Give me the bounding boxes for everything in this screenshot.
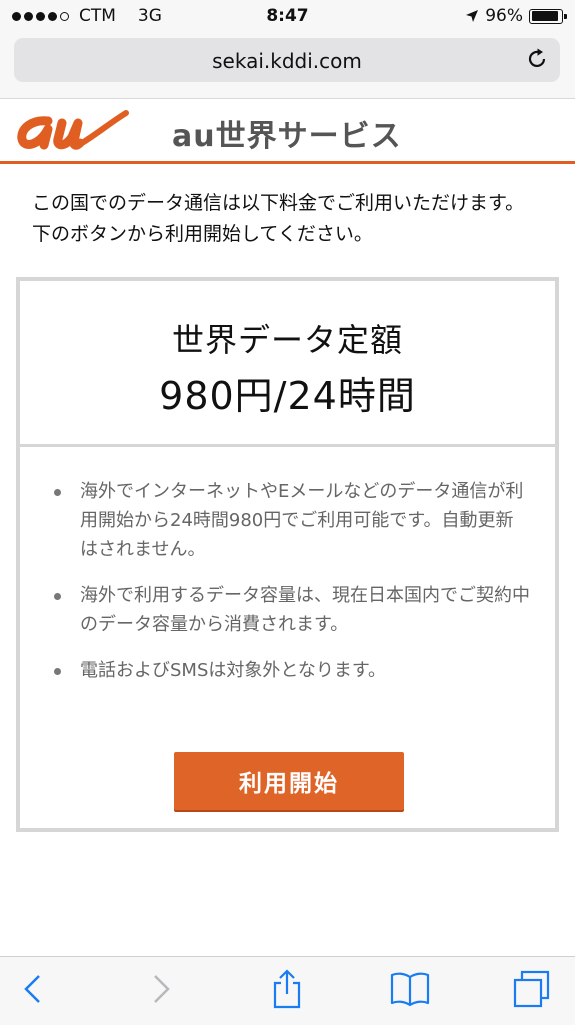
list-item: 電話およびSMSは対象外となります。 [50,656,530,685]
reload-icon[interactable] [524,46,550,72]
browser-toolbar [0,956,575,1025]
battery-icon [529,8,567,24]
service-title: au世界サービス [172,111,402,155]
status-right: 96% [465,6,567,26]
back-icon[interactable] [14,969,54,1009]
start-button[interactable]: 利用開始 [174,752,404,810]
forward-icon[interactable] [140,969,180,1009]
plan-details-list: 海外でインターネットやEメールなどのデータ通信が利用開始から24時間980円でご… [50,477,530,702]
service-prefix: au [172,119,216,154]
card-divider [20,444,555,447]
browser-address-area: sekai.kddi.com [0,32,575,99]
url-text[interactable]: sekai.kddi.com [14,49,560,73]
bookmarks-icon[interactable] [390,969,430,1009]
location-arrow-icon [466,10,479,22]
status-bar: CTM 3G 8:47 96% [0,0,575,32]
share-icon[interactable] [267,969,307,1009]
battery-percent: 96% [485,6,523,26]
service-name: 世界サービス [215,119,402,154]
list-item: 海外で利用するデータ容量は、現在日本国内でご契約中のデータ容量から消費されます。 [50,581,530,639]
address-bar[interactable]: sekai.kddi.com [14,38,560,82]
header-divider [0,161,575,164]
plan-card: 世界データ定額 980円/24時間 海外でインターネットやEメールなどのデータ通… [16,277,559,832]
au-logo[interactable] [10,107,130,155]
plan-header: 世界データ定額 980円/24時間 [20,281,555,444]
list-item: 海外でインターネットやEメールなどのデータ通信が利用開始から24時間980円でご… [50,477,530,564]
plan-name: 世界データ定額 [171,321,403,359]
tabs-icon[interactable] [512,969,552,1009]
plan-price: 980円/24時間 [159,374,416,418]
intro-text: この国でのデータ通信は以下料金でご利用いただけます。下のボタンから利用開始してく… [32,192,525,245]
site-header: au世界サービス [0,99,575,161]
